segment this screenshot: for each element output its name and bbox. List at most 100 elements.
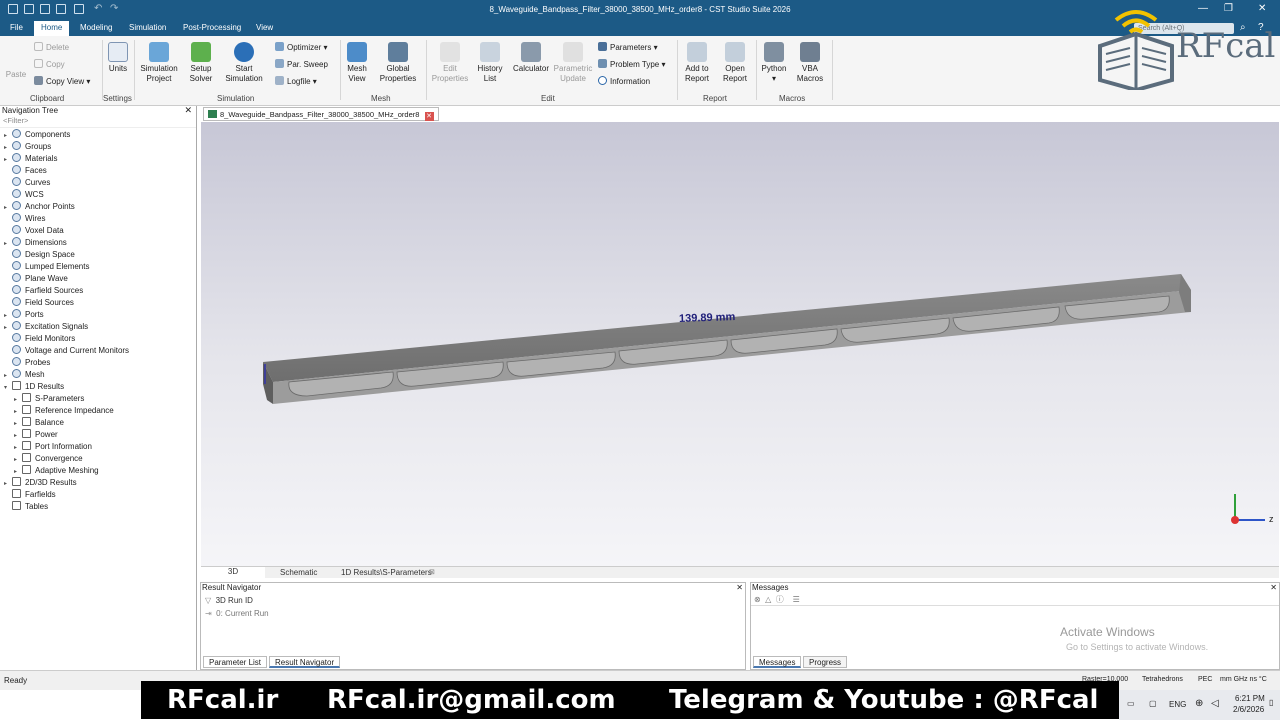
network-icon[interactable]: ▭: [1127, 699, 1135, 708]
expand-toggle-icon[interactable]: ▸: [4, 204, 12, 211]
tree-item[interactable]: ▸ Groups: [4, 141, 51, 153]
optimizer-button[interactable]: Optimizer ▾: [275, 42, 327, 52]
expand-toggle-icon[interactable]: ▸: [4, 372, 12, 379]
copy-view-button[interactable]: Copy View ▾: [34, 76, 90, 86]
tree-item[interactable]: Plane Wave: [4, 273, 68, 285]
tree-item[interactable]: ▸ Reference Impedance: [14, 405, 114, 417]
tree-item[interactable]: WCS: [4, 189, 44, 201]
calculator-button[interactable]: Calculator: [510, 42, 552, 74]
tab-result-navigator[interactable]: Result Navigator: [269, 656, 341, 668]
start-simulation-button[interactable]: Start Simulation: [222, 42, 266, 84]
tree-item[interactable]: Voxel Data: [4, 225, 64, 237]
tree-item[interactable]: Wires: [4, 213, 45, 225]
tree-item[interactable]: Faces: [4, 165, 47, 177]
tab-parameter-list[interactable]: Parameter List: [203, 656, 268, 668]
parameters-button[interactable]: Parameters ▾: [598, 42, 658, 52]
tree-item[interactable]: ▸ Adaptive Meshing: [14, 465, 99, 477]
logfile-button[interactable]: Logfile ▾: [275, 76, 317, 86]
notification-icon[interactable]: ▯: [1269, 698, 1273, 707]
tree-item[interactable]: ▾ 1D Results: [4, 381, 64, 393]
tree-item[interactable]: Lumped Elements: [4, 261, 89, 273]
expand-toggle-icon[interactable]: ▸: [14, 408, 22, 415]
problem-type-button[interactable]: Problem Type ▾: [598, 59, 665, 69]
speaker-icon[interactable]: ◁: [1211, 698, 1219, 709]
globe-icon[interactable]: ⊕: [1195, 698, 1203, 709]
tree-item[interactable]: ▸ Excitation Signals: [4, 321, 88, 333]
error-filter-icon[interactable]: ⊗: [754, 595, 761, 604]
tree-item[interactable]: ▸ Components: [4, 129, 70, 141]
language-indicator[interactable]: ENG: [1169, 700, 1186, 709]
tab-schematic[interactable]: Schematic: [280, 568, 317, 577]
tree-item[interactable]: ▸ Ports: [4, 309, 44, 321]
expand-toggle-icon[interactable]: ▸: [4, 480, 12, 487]
tab-file[interactable]: File: [10, 23, 23, 32]
expand-toggle-icon[interactable]: ▸: [14, 468, 22, 475]
parametric-update-button[interactable]: Parametric Update: [552, 42, 594, 84]
paste-button[interactable]: Paste: [4, 70, 28, 80]
tab-simulation[interactable]: Simulation: [129, 23, 166, 32]
expand-toggle-icon[interactable]: ▸: [14, 396, 22, 403]
expand-toggle-icon[interactable]: ▾: [4, 384, 12, 391]
close-tab-icon[interactable]: ⊠: [429, 568, 435, 576]
tab-messages[interactable]: Messages: [753, 656, 802, 668]
tree-item[interactable]: ▸ 2D/3D Results: [4, 477, 77, 489]
python-button[interactable]: Python ▾: [759, 42, 789, 84]
list-icon[interactable]: ☰: [793, 595, 800, 604]
expand-toggle-icon[interactable]: ▸: [4, 312, 12, 319]
current-run-row[interactable]: ⇥ 0: Current Run: [201, 607, 745, 620]
clock-time[interactable]: 6:21 PM: [1235, 694, 1265, 703]
tree-item[interactable]: ▸ Mesh: [4, 369, 45, 381]
expand-toggle-icon[interactable]: ▸: [4, 324, 12, 331]
tree-item[interactable]: Farfields: [4, 489, 56, 501]
tab-progress[interactable]: Progress: [803, 656, 848, 668]
par-sweep-button[interactable]: Par. Sweep: [275, 59, 328, 69]
close-tab-icon[interactable]: ✕: [424, 112, 434, 121]
mesh-view-button[interactable]: Mesh View: [343, 42, 371, 84]
tab-home[interactable]: Home: [34, 21, 70, 36]
tree-item[interactable]: Field Sources: [4, 297, 74, 309]
units-button[interactable]: Units: [105, 42, 131, 74]
tree-item[interactable]: Design Space: [4, 249, 75, 261]
close-icon[interactable]: ✕: [184, 105, 192, 116]
global-properties-button[interactable]: Global Properties: [374, 42, 422, 84]
tree-item[interactable]: Probes: [4, 357, 50, 369]
units-display[interactable]: mm GHz ns °C: [1220, 676, 1267, 683]
tree-item[interactable]: ▸ Port Information: [14, 441, 92, 453]
background-material[interactable]: PEC: [1198, 676, 1212, 683]
tree-filter-input[interactable]: <Filter>: [0, 116, 196, 128]
tree-item[interactable]: ▸ Materials: [4, 153, 57, 165]
volume-icon[interactable]: ▢: [1149, 699, 1157, 708]
tree-item[interactable]: Tables: [4, 501, 48, 513]
expand-toggle-icon[interactable]: ▸: [4, 240, 12, 247]
tree-item[interactable]: Field Monitors: [4, 333, 75, 345]
setup-solver-button[interactable]: Setup Solver: [184, 42, 218, 84]
tab-modeling[interactable]: Modeling: [80, 23, 112, 32]
clock-date[interactable]: 2/6/2026: [1233, 705, 1264, 714]
tree-item[interactable]: ▸ Dimensions: [4, 237, 67, 249]
open-report-button[interactable]: Open Report: [718, 42, 752, 84]
mesh-type[interactable]: Tetrahedrons: [1142, 676, 1183, 683]
information-button[interactable]: Information: [598, 76, 650, 86]
tree-item[interactable]: Curves: [4, 177, 50, 189]
expand-toggle-icon[interactable]: ▸: [14, 456, 22, 463]
tree-item[interactable]: ▸ Convergence: [14, 453, 83, 465]
vba-macros-button[interactable]: VBA Macros: [792, 42, 828, 84]
close-icon[interactable]: ✕: [736, 583, 743, 592]
warning-filter-icon[interactable]: △: [765, 595, 771, 604]
copy-button[interactable]: Copy: [34, 59, 65, 69]
expand-toggle-icon[interactable]: ▸: [14, 420, 22, 427]
tree-item[interactable]: ▸ Anchor Points: [4, 201, 75, 213]
tree-item[interactable]: ▸ Power: [14, 429, 58, 441]
tab-view[interactable]: View: [256, 23, 273, 32]
3d-viewport[interactable]: 139.89 mm z: [201, 122, 1279, 566]
close-icon[interactable]: ✕: [1270, 583, 1277, 592]
tab-post-processing[interactable]: Post-Processing: [183, 23, 241, 32]
tree-item[interactable]: ▸ S-Parameters: [14, 393, 84, 405]
expand-toggle-icon[interactable]: ▸: [14, 444, 22, 451]
tree-item[interactable]: Voltage and Current Monitors: [4, 345, 129, 357]
add-to-report-button[interactable]: Add to Report: [680, 42, 714, 84]
tree-item[interactable]: Farfield Sources: [4, 285, 83, 297]
expand-toggle-icon[interactable]: ▸: [4, 144, 12, 151]
expand-toggle-icon[interactable]: ▸: [14, 432, 22, 439]
expand-toggle-icon[interactable]: ▸: [4, 132, 12, 139]
